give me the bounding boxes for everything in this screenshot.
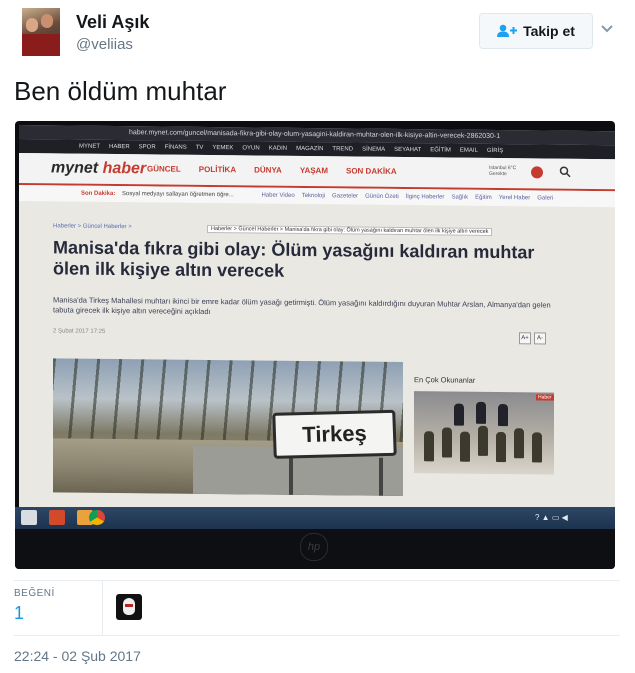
photo-main-nav-item: POLİTİKA (198, 164, 237, 175)
liker-mask-detail (125, 604, 133, 607)
photo-taskbar-icon (49, 510, 65, 525)
photo-sub-nav-item: Sağlık (451, 194, 469, 201)
photo-breadcrumb: Haberler > Güncel Haberler > (53, 223, 132, 231)
photo-tooltip: Haberler > Güncel Haberler > Manisa'da f… (207, 224, 493, 236)
photo-chrome-icon (89, 510, 105, 525)
stats-separator (102, 580, 103, 635)
author-display-name[interactable]: Veli Aşık (76, 12, 149, 33)
photo-monitor-logo: hp (300, 533, 328, 561)
photo-top-nav-item: TV (195, 144, 204, 151)
photo-monitor-bezel: hp (15, 529, 615, 569)
photo-top-nav-item: MAGAZİN (296, 145, 324, 153)
chevron-down-icon[interactable] (600, 24, 614, 34)
photo-village-sign: Tirkeş (272, 409, 397, 459)
tweet-photo[interactable]: haber.mynet.com/guncel/manisada-fikra-gi… (15, 121, 615, 569)
photo-figure (498, 404, 508, 427)
photo-top-nav-item: MYNET (79, 143, 100, 150)
photo-figure (442, 427, 452, 458)
photo-site-logo: mynet haber (51, 159, 146, 178)
stats-divider-bottom (14, 635, 620, 636)
photo-monitor-screen: haber.mynet.com/guncel/manisada-fikra-gi… (19, 125, 615, 522)
photo-main-nav: GÜNCEL POLİTİKA DÜNYA YAŞAM SON DAKİKA (147, 164, 415, 176)
photo-main-nav-item: SON DAKİKA (346, 166, 397, 176)
photo-sub-nav-item: Gazeteler (332, 193, 359, 200)
photo-breaking-label: Son Dakika: (81, 190, 116, 198)
photo-lead: Manisa'da Tirkeş Mahallesi muhtarı ikinc… (53, 295, 551, 317)
photo-search-icon (559, 166, 571, 178)
photo-figure (454, 403, 464, 426)
follow-button[interactable]: Takip et (479, 13, 593, 49)
photo-side-label: En Çok Okunanlar (414, 375, 476, 385)
photo-taskbar-icon (21, 510, 37, 525)
liker-avatar[interactable] (116, 594, 142, 620)
add-user-icon (497, 24, 518, 37)
likes-count[interactable]: 1 (14, 603, 24, 624)
photo-figure (424, 431, 434, 462)
photo-figure (478, 425, 488, 456)
photo-top-nav-item: TREND (332, 146, 354, 153)
photo-top-nav-item: HABER (109, 143, 130, 151)
photo-date: 2 Şubat 2017 17:25 (53, 328, 106, 335)
photo-sub-nav-item: Teknoloji (301, 192, 326, 200)
likes-label[interactable]: BEĞENİ (14, 588, 55, 599)
photo-top-nav-item: EMAIL (459, 147, 478, 154)
photo-sub-nav-item: Galeri (537, 195, 554, 202)
photo-figure (514, 428, 524, 459)
tweet-timestamp[interactable]: 22:24 - 02 Şub 2017 (14, 648, 141, 664)
photo-sign-pole-right (379, 457, 383, 496)
stats-divider-top (14, 580, 620, 581)
photo-main-nav-item: YAŞAM (299, 165, 328, 176)
author-handle[interactable]: @veliias (76, 36, 133, 53)
photo-sub-nav-item: Günün Özeti (365, 193, 399, 200)
photo-taskbar: ? ▲ ▭ ◀ (15, 507, 615, 529)
photo-sub-nav-item: İlginç Haberler (405, 194, 445, 201)
photo-figure (496, 431, 506, 463)
photo-logo-accent: haber (102, 159, 147, 178)
photo-figure (476, 401, 486, 424)
photo-top-nav-item: OYUN (242, 145, 260, 152)
photo-sub-nav: Haber Video Teknoloji Gazeteler Günün Özeti… (261, 188, 560, 207)
photo-headline: Manisa'da fıkra gibi olay: Ölüm yasağını… (53, 237, 535, 281)
photo-system-tray: ? ▲ ▭ ◀ (535, 513, 568, 522)
photo-breaking-text: Sosyal medyayı sallayan öğretmen öğre... (122, 191, 234, 199)
photo-weather-icon (531, 166, 543, 179)
photo-side-tag: Haber (536, 394, 554, 401)
photo-top-nav-item: GİRİŞ (486, 147, 504, 155)
photo-top-nav-item: KADIN (268, 145, 288, 152)
photo-sub-nav-item: Yerel Haber (498, 195, 531, 202)
photo-main-nav-item: GÜNCEL (147, 164, 181, 174)
photo-top-nav-item: SEYAHAT (394, 146, 422, 154)
photo-sub-nav-item: Haber Video (261, 192, 295, 199)
follow-button-label: Takip et (523, 23, 575, 39)
photo-logo-main: mynet (51, 159, 99, 177)
tweet-text: Ben öldüm muhtar (14, 76, 227, 106)
avatar-shirt (22, 34, 60, 56)
photo-figure (460, 431, 470, 462)
photo-top-nav-item: SİNEMA (362, 146, 386, 153)
photo-top-nav-item: YEMEK (212, 145, 234, 152)
photo-top-nav-item: FİNANS (164, 144, 187, 151)
avatar-face-right (41, 14, 53, 28)
photo-font-up: A+ (519, 332, 531, 345)
photo-main-nav-item: DÜNYA (254, 165, 282, 175)
photo-font-down: A- (534, 332, 546, 345)
avatar-face-left (26, 18, 38, 32)
photo-top-nav-item: SPOR (138, 144, 156, 151)
photo-figure (532, 432, 542, 463)
photo-weather: Istanbul 6°C Gerekte (489, 164, 517, 178)
photo-sub-nav-item: Eğitim (475, 194, 492, 201)
photo-sign-pole-left (289, 456, 293, 495)
photo-article-image: Tirkeş (53, 358, 403, 497)
author-avatar[interactable] (22, 8, 60, 56)
photo-side-image: Haber (414, 391, 554, 475)
photo-top-nav-item: EĞİTİM (430, 147, 451, 154)
